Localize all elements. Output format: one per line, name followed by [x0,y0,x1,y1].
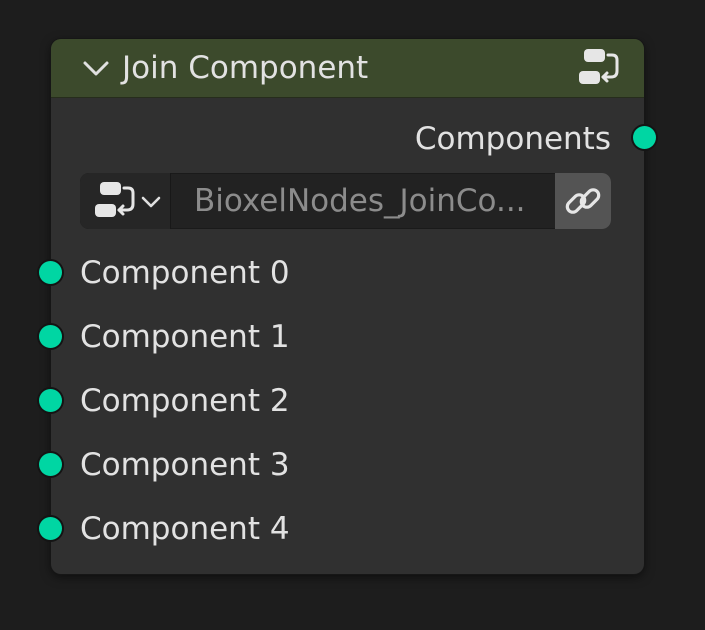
chevron-down-icon[interactable] [81,55,111,81]
link-icon [565,188,601,214]
input-label: Component 3 [80,447,290,483]
node-header[interactable]: Join Component [51,39,644,98]
node-group-selector[interactable]: BioxelNodes_JoinCo... [80,173,611,229]
node-group-icon [95,182,135,217]
input-socket[interactable] [39,389,62,412]
input-label: Component 2 [80,383,290,419]
input-row-component-3: Component 3 [39,445,644,485]
node-title: Join Component [122,50,369,86]
output-row-components: Components [415,119,611,159]
input-row-component-0: Component 0 [39,253,644,293]
input-socket[interactable] [39,325,62,348]
join-component-node[interactable]: Join Component Components BioxelNodes_Jo… [39,39,656,574]
output-socket-components[interactable] [633,126,656,149]
browse-node-group-button[interactable] [80,173,171,229]
node-group-name-field[interactable]: BioxelNodes_JoinCo... [194,181,526,221]
input-label: Component 1 [80,319,290,355]
input-row-component-4: Component 4 [39,509,644,549]
chevron-down-icon [141,196,161,208]
input-socket[interactable] [39,517,62,540]
output-label: Components [414,121,611,157]
node-group-icon [579,49,619,84]
input-label: Component 0 [80,255,290,291]
input-socket[interactable] [39,261,62,284]
input-row-component-1: Component 1 [39,317,644,357]
input-row-component-2: Component 2 [39,381,644,421]
input-label: Component 4 [80,511,290,547]
input-socket[interactable] [39,453,62,476]
link-button[interactable] [555,173,611,229]
